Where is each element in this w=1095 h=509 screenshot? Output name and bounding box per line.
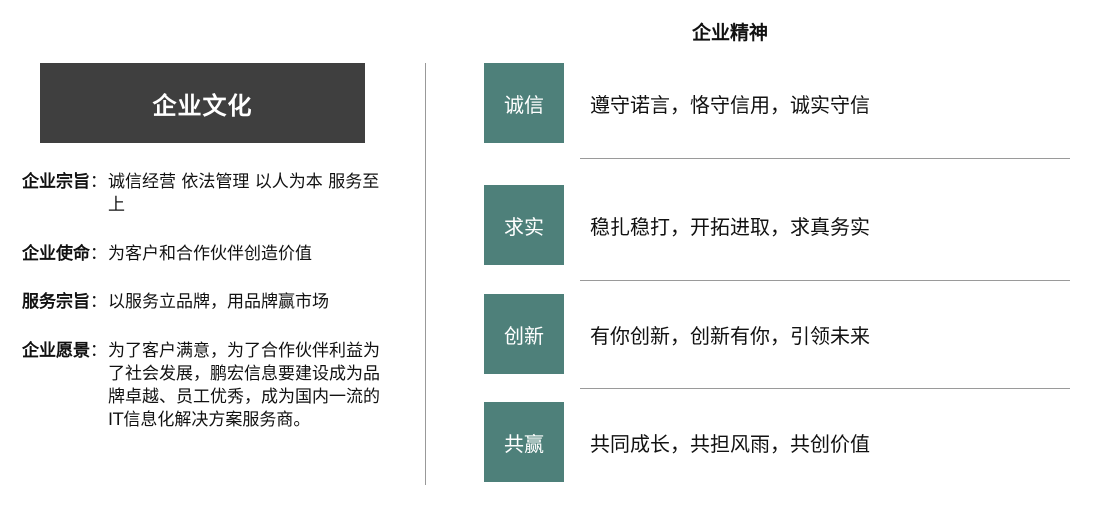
column-divider [425, 63, 426, 485]
culture-item-label: 企业使命 [22, 244, 90, 264]
culture-item-vision: 企业愿景 ： 为了客户满意，为了合作伙伴利益为了社会发展，鹏宏信息要建设成为品牌… [22, 340, 392, 432]
culture-title-banner: 企业文化 [40, 63, 365, 143]
culture-item-label: 企业宗旨 [22, 172, 90, 192]
spirit-key-box: 诚信 [484, 63, 564, 143]
culture-item-colon: ： [90, 244, 107, 264]
culture-item-text: 为客户和合作伙伴创造价值 [108, 244, 312, 264]
spirit-key-box: 创新 [484, 294, 564, 374]
culture-item-purpose: 企业宗旨 ： 诚信经营 依法管理 以人为本 服务至上 [22, 171, 392, 217]
spirit-key-box: 共赢 [484, 402, 564, 482]
culture-item-label: 企业愿景 [22, 341, 90, 361]
culture-item-colon: ： [90, 292, 107, 312]
spirit-key: 求实 [504, 214, 544, 239]
culture-item-colon: ： [90, 172, 107, 192]
spirit-row-win-win: 共赢 共同成长，共担风雨，共创价值 [484, 402, 1070, 482]
row-separator [580, 158, 1070, 159]
spirit-title: 企业精神 [691, 22, 768, 44]
culture-item-label: 服务宗旨 [22, 292, 90, 312]
spirit-key: 创新 [504, 323, 544, 348]
spirit-key: 共赢 [504, 431, 544, 456]
culture-item-mission: 企业使命 ： 为客户和合作伙伴创造价值 [22, 243, 392, 266]
culture-item-text: 为了客户满意，为了合作伙伴利益为了社会发展，鹏宏信息要建设成为品牌卓越、员工优秀… [108, 341, 380, 430]
spirit-description: 有你创新，创新有你，引领未来 [590, 323, 870, 348]
spirit-row-pragmatism: 求实 稳扎稳打，开拓进取，求真务实 [484, 185, 1070, 265]
spirit-key: 诚信 [504, 92, 544, 117]
culture-item-text: 诚信经营 依法管理 以人为本 服务至上 [108, 172, 380, 215]
culture-item-text: 以服务立品牌，用品牌赢市场 [108, 292, 329, 312]
spirit-description: 稳扎稳打，开拓进取，求真务实 [590, 214, 870, 239]
row-separator [580, 280, 1070, 281]
spirit-key-box: 求实 [484, 185, 564, 265]
culture-item-service: 服务宗旨 ： 以服务立品牌，用品牌赢市场 [22, 291, 392, 314]
spirit-description: 共同成长，共担风雨，共创价值 [590, 431, 870, 456]
row-separator [580, 388, 1070, 389]
culture-item-colon: ： [90, 341, 107, 361]
spirit-description: 遵守诺言，恪守信用，诚实守信 [590, 92, 870, 117]
culture-title: 企业文化 [152, 91, 253, 120]
spirit-row-integrity: 诚信 遵守诺言，恪守信用，诚实守信 [484, 63, 1070, 143]
spirit-row-innovation: 创新 有你创新，创新有你，引领未来 [484, 294, 1070, 374]
